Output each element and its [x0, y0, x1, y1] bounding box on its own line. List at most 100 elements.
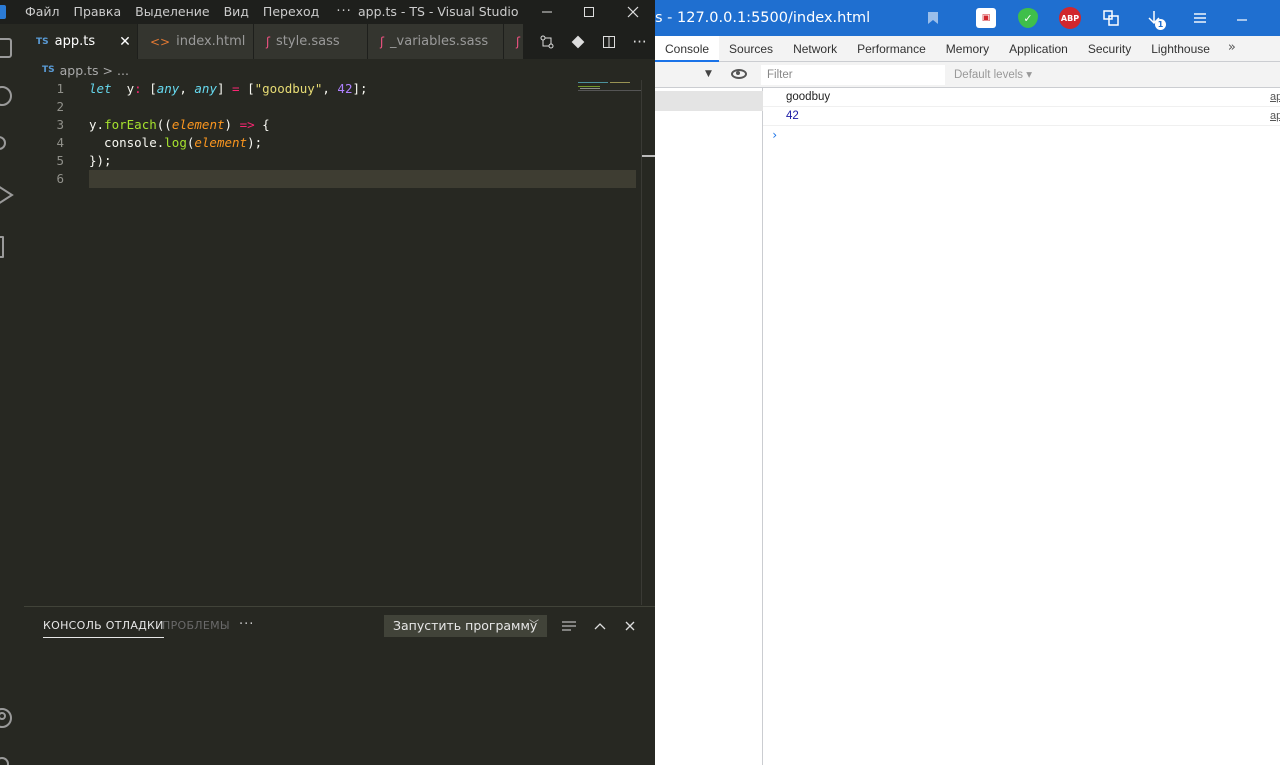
tab-style-sass[interactable]: ʃ style.sass	[254, 24, 368, 59]
manage-gear-icon[interactable]	[0, 754, 12, 765]
minimize-button[interactable]	[527, 0, 567, 24]
line-number: 5	[56, 153, 64, 168]
menu-selection[interactable]: Выделение	[128, 0, 216, 24]
collections-icon[interactable]	[1101, 8, 1121, 28]
split-editor-button[interactable]	[593, 24, 624, 59]
panel-more-button[interactable]: ···	[239, 617, 254, 632]
code-token: 42	[337, 81, 353, 96]
console-message: goodbuy ap	[763, 88, 1280, 107]
line-content: });	[89, 152, 112, 170]
run-config-select[interactable]: Запустить программу ﹀	[384, 615, 547, 637]
devtools-tabs: Console Sources Network Performance Memo…	[655, 36, 1280, 62]
tab-overflow[interactable]: ʃ	[504, 24, 524, 59]
sass-file-icon: ʃ	[516, 34, 521, 49]
tab-label: app.ts	[54, 34, 96, 49]
vscode-window: Файл Правка Выделение Вид Переход ··· ap…	[0, 0, 655, 765]
message-source-link[interactable]: ap	[1270, 88, 1280, 107]
console-sidebar	[655, 88, 763, 765]
more-actions-button[interactable]: ···	[624, 24, 655, 59]
editor-scrollbar[interactable]	[641, 80, 655, 605]
tab-performance[interactable]: Performance	[847, 36, 936, 62]
menu-more-button[interactable]: ···	[326, 0, 361, 24]
code-line[interactable]: 3 y.forEach((element) => {	[24, 116, 641, 134]
account-icon[interactable]	[0, 708, 12, 728]
menu-view[interactable]: Вид	[217, 0, 256, 24]
tab-problems[interactable]: ПРОБЛЕМЫ	[162, 619, 230, 632]
filter-input[interactable]	[761, 65, 945, 85]
breadcrumb-rest[interactable]: ...	[117, 63, 129, 78]
tab-close-icon[interactable]: ✕	[119, 34, 131, 50]
line-number: 6	[56, 171, 64, 186]
tab-network[interactable]: Network	[783, 36, 847, 62]
eye-icon[interactable]	[731, 69, 747, 79]
bookmark-icon[interactable]	[923, 8, 943, 28]
code-line[interactable]: 5});	[24, 152, 641, 170]
tab-console[interactable]: Console	[655, 36, 720, 62]
message-source-link[interactable]: ap	[1270, 107, 1280, 126]
line-content: y.forEach((element) => {	[89, 116, 270, 134]
menu-file[interactable]: Файл	[18, 0, 67, 24]
vscode-logo-icon	[0, 5, 6, 19]
search-icon[interactable]	[0, 86, 12, 106]
tab-debug-console[interactable]: КОНСОЛЬ ОТЛАДКИ	[43, 619, 164, 638]
code-token: any	[156, 81, 180, 96]
adblock-icon[interactable]: ABP	[1059, 7, 1081, 29]
code-line[interactable]: 2	[24, 98, 641, 116]
clear-list-icon	[562, 621, 576, 631]
maximize-button[interactable]	[569, 0, 609, 24]
maximize-panel-button[interactable]	[589, 615, 611, 637]
browser-titlebar: s - 127.0.0.1:5500/index.html ▣ ✓ ABP 1	[655, 0, 1280, 36]
code-editor[interactable]: 1 let y: [any, any] = ["goodbuy", 42]; 2 3 y…	[24, 80, 641, 188]
tab-sources[interactable]: Sources	[719, 36, 783, 62]
tab-application[interactable]: Application	[999, 36, 1078, 62]
tab-security[interactable]: Security	[1078, 36, 1141, 62]
code-line[interactable]: 6	[56, 170, 636, 188]
debug-panel: КОНСОЛЬ ОТЛАДКИ ПРОБЛЕМЫ ··· Запустить п…	[24, 606, 655, 765]
menu-edit[interactable]: Правка	[67, 0, 129, 24]
explorer-icon[interactable]	[0, 38, 12, 58]
vscode-titlebar: Файл Правка Выделение Вид Переход ··· ap…	[0, 0, 655, 24]
code-line[interactable]: 1 let y: [any, any] = ["goodbuy", 42];	[24, 80, 641, 98]
sass-file-icon: ʃ	[380, 34, 385, 49]
breadcrumb-separator: >	[102, 62, 114, 78]
close-window-button[interactable]	[613, 0, 653, 24]
sidebar-selected-item[interactable]	[655, 91, 763, 111]
breadcrumb-file[interactable]: app.ts	[60, 63, 99, 78]
shield-check-icon[interactable]: ✓	[1018, 8, 1038, 28]
more-tabs-button[interactable]: »	[1220, 36, 1244, 62]
code-token: {	[254, 117, 270, 132]
console-message-text: 42	[786, 110, 799, 122]
downloads-button[interactable]: 1	[1144, 8, 1166, 30]
clear-console-button[interactable]	[558, 615, 580, 637]
console-output: goodbuy ap 42 ap ›	[763, 88, 1280, 765]
code-token: :	[134, 81, 142, 96]
typescript-icon: TS	[42, 65, 55, 75]
code-line[interactable]: 4 console.log(element);	[24, 134, 641, 152]
chevron-up-icon	[594, 623, 606, 630]
log-levels-dropdown[interactable]: Default levels ▾	[954, 62, 1032, 88]
menu-hamburger-icon[interactable]	[1190, 8, 1210, 28]
run-debug-icon[interactable]	[0, 184, 14, 206]
tab-lighthouse[interactable]: Lighthouse	[1141, 36, 1220, 62]
minimize-icon[interactable]	[1232, 8, 1252, 28]
close-panel-button[interactable]	[619, 615, 641, 637]
source-control-icon[interactable]	[0, 136, 6, 150]
console-prompt[interactable]: ›	[763, 126, 1280, 144]
extensions-icon[interactable]	[0, 236, 4, 258]
code-token: any	[194, 81, 217, 96]
tab-memory[interactable]: Memory	[936, 36, 999, 62]
line-content: console.log(element);	[89, 134, 270, 152]
tab-variables-sass[interactable]: ʃ _variables.sass	[368, 24, 504, 59]
line-number: 4	[56, 135, 64, 150]
context-dropdown-icon[interactable]: ▼	[705, 69, 712, 79]
code-token: let	[89, 81, 112, 96]
code-token: element	[194, 135, 248, 150]
tab-index-html[interactable]: <> index.html	[138, 24, 254, 59]
code-token: );	[247, 135, 270, 150]
menu-go[interactable]: Переход	[256, 0, 326, 24]
extension-picture-icon[interactable]: ▣	[976, 8, 996, 28]
compare-changes-button[interactable]	[531, 24, 562, 59]
git-button[interactable]	[562, 24, 593, 59]
tab-app-ts[interactable]: TS app.ts ✕	[24, 24, 138, 59]
minimap[interactable]	[578, 80, 641, 92]
